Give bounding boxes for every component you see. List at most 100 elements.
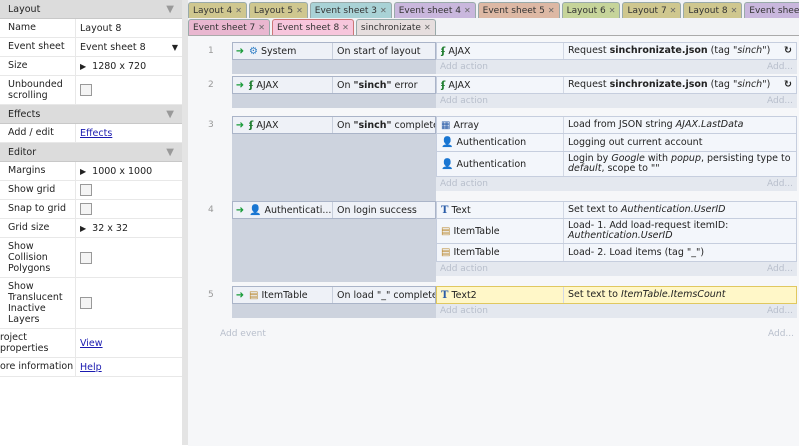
add-more-link[interactable]: Add...	[767, 179, 793, 189]
close-icon[interactable]: ✕	[342, 23, 349, 32]
prop-row-size[interactable]: Size ▶ 1280 x 720	[0, 57, 182, 76]
add-event-row[interactable]: Add event Add...	[220, 329, 794, 339]
prop-value[interactable]: Layout 8	[76, 19, 182, 37]
prop-row-show-collision-polygons[interactable]: Show Collision Polygons	[0, 238, 182, 278]
show-collision-polygons-checkbox[interactable]	[80, 251, 92, 264]
add-more-link[interactable]: Add...	[768, 329, 794, 339]
action[interactable]: ʄ AJAX Request sinchronizate.json (tag "s…	[436, 76, 797, 94]
prop-row-margins[interactable]: Margins ▶ 1000 x 1000	[0, 162, 182, 181]
close-icon[interactable]: ✕	[609, 6, 616, 15]
prop-row-more-information[interactable]: ore information Help	[0, 358, 182, 377]
collapse-icon[interactable]: ▼	[166, 4, 174, 15]
prop-row-add-edit[interactable]: Add / edit Effects	[0, 124, 182, 143]
prop-row-unbounded-scrolling[interactable]: Unbounded scrolling	[0, 76, 182, 105]
gear-icon: ⚙	[249, 45, 258, 57]
action[interactable]: T Text Set text to Authentication.UserID	[436, 201, 797, 219]
prop-row-project-properties[interactable]: roject properties View	[0, 329, 182, 358]
close-icon[interactable]: ✕	[731, 6, 738, 15]
tab-layout-6[interactable]: Layout 6 ✕	[561, 2, 621, 18]
section-effects[interactable]: Effects ▼	[0, 105, 182, 124]
prop-value[interactable]: 1280 x 720	[92, 61, 146, 72]
tab-event-sheet-5[interactable]: Event sheet 5 ✕	[477, 2, 560, 18]
show-translucent-layers-checkbox[interactable]	[80, 297, 92, 309]
refresh-icon: ↻	[784, 45, 792, 56]
view-link[interactable]: View	[80, 338, 103, 349]
expand-arrow-icon[interactable]: ▶	[80, 166, 86, 177]
tab-event-sheet-4[interactable]: Event sheet 4 ✕	[393, 2, 476, 18]
prop-row-show-grid[interactable]: Show grid	[0, 181, 182, 200]
snap-to-grid-checkbox[interactable]	[80, 203, 92, 215]
close-icon[interactable]: ✕	[258, 23, 265, 32]
actions: T Text Set text to Authentication.UserID …	[436, 201, 797, 276]
event-sheet-select[interactable]: Event sheet 8 ▼	[76, 38, 182, 56]
unbounded-scrolling-checkbox[interactable]	[80, 84, 92, 96]
user-icon: 👤	[441, 158, 454, 170]
tab-layout-4[interactable]: Layout 4 ✕	[188, 2, 247, 18]
add-action-link[interactable]: Add action	[440, 264, 488, 274]
condition[interactable]: ➜ ʄAJAX On "sinch" completed	[232, 116, 436, 134]
tab-layout-7[interactable]: Layout 7 ✕	[622, 2, 682, 18]
close-icon[interactable]: ✕	[464, 6, 471, 15]
action-selected[interactable]: T Text2 Set text to ItemTable.ItemsCount	[436, 286, 797, 304]
action-object: AJAX	[448, 79, 471, 91]
action[interactable]: ▤ ItemTable Load- 1. Add load-request ite…	[436, 219, 797, 244]
prop-row-name[interactable]: Name Layout 8	[0, 19, 182, 38]
tab-event-sheet-6[interactable]: Event sheet 6✕	[744, 2, 799, 18]
prop-row-show-translucent-inactive-layers[interactable]: Show Translucent Inactive Layers	[0, 278, 182, 329]
add-more-link[interactable]: Add...	[767, 264, 793, 274]
expand-arrow-icon[interactable]: ▶	[80, 61, 86, 72]
add-action-row[interactable]: Add action Add...	[436, 94, 797, 108]
add-action-link[interactable]: Add action	[440, 306, 488, 316]
expand-arrow-icon[interactable]: ▶	[80, 223, 86, 234]
close-icon[interactable]: ✕	[235, 6, 242, 15]
condition[interactable]: ➜ 👤 Authenticati... On login success	[232, 201, 436, 219]
collapse-icon[interactable]: ▼	[166, 109, 174, 120]
prop-row-grid-size[interactable]: Grid size ▶ 32 x 32	[0, 219, 182, 238]
tab-sinchronizate[interactable]: sinchronizate ✕	[355, 19, 436, 35]
prop-row-event-sheet[interactable]: Event sheet Event sheet 8 ▼	[0, 38, 182, 57]
collapse-icon[interactable]: ▼	[166, 147, 174, 158]
close-icon[interactable]: ✕	[670, 6, 677, 15]
action[interactable]: ʄ AJAX Request sinchronizate.json (tag "s…	[436, 42, 797, 60]
add-action-link[interactable]: Add action	[440, 96, 488, 106]
tab-layout-5[interactable]: Layout 5 ✕	[248, 2, 308, 18]
section-layout[interactable]: Layout ▼	[0, 0, 182, 19]
dropdown-arrow-icon[interactable]: ▼	[172, 42, 178, 53]
prop-row-snap-to-grid[interactable]: Snap to grid	[0, 200, 182, 219]
tab-label: Layout 5	[253, 5, 294, 16]
tab-event-sheet-7[interactable]: Event sheet 7 ✕	[188, 19, 270, 35]
add-more-link[interactable]: Add...	[767, 96, 793, 106]
tab-event-sheet-8[interactable]: Event sheet 8 ✕	[271, 19, 354, 35]
add-action-link[interactable]: Add action	[440, 179, 488, 189]
effects-link[interactable]: Effects	[80, 128, 112, 139]
close-icon[interactable]: ✕	[548, 6, 555, 15]
add-action-row[interactable]: Add action Add...	[436, 304, 797, 318]
close-icon[interactable]: ✕	[424, 23, 431, 32]
tab-label: Event sheet 3	[314, 5, 378, 16]
help-link[interactable]: Help	[80, 362, 102, 373]
add-action-row[interactable]: Add action Add...	[436, 262, 797, 276]
action[interactable]: ▦ Array Load from JSON string AJAX.LastDa…	[436, 116, 797, 134]
close-icon[interactable]: ✕	[296, 6, 303, 15]
prop-value[interactable]: 32 x 32	[92, 223, 128, 234]
condition[interactable]: ➜ ▤ ItemTable On load "_" complete	[232, 286, 436, 304]
add-more-link[interactable]: Add...	[767, 62, 793, 72]
prop-value[interactable]: 1000 x 1000	[92, 166, 152, 177]
add-event-link[interactable]: Add event	[220, 329, 266, 339]
close-icon[interactable]: ✕	[380, 6, 387, 15]
add-action-row[interactable]: Add action Add...	[436, 177, 797, 191]
add-more-link[interactable]: Add...	[767, 306, 793, 316]
add-action-link[interactable]: Add action	[440, 62, 488, 72]
section-editor[interactable]: Editor ▼	[0, 143, 182, 162]
action[interactable]: 👤 Authentication Logging out current acco…	[436, 134, 797, 152]
tab-layout-8[interactable]: Layout 8 ✕	[683, 2, 743, 18]
add-action-row[interactable]: Add action Add...	[436, 60, 797, 74]
action[interactable]: ▤ ItemTable Load- 2. Load items (tag "_")	[436, 244, 797, 262]
prop-value-wrap: ▶ 1280 x 720	[76, 57, 182, 75]
condition[interactable]: ➜ ⚙ System On start of layout	[232, 42, 436, 60]
tab-label: Event sheet 7	[193, 22, 256, 33]
tab-event-sheet-3[interactable]: Event sheet 3 ✕	[309, 2, 392, 18]
condition[interactable]: ➜ ʄ AJAX On "sinch" error	[232, 76, 436, 94]
show-grid-checkbox[interactable]	[80, 184, 92, 196]
action[interactable]: 👤 Authentication Login by Google with pop…	[436, 152, 797, 177]
